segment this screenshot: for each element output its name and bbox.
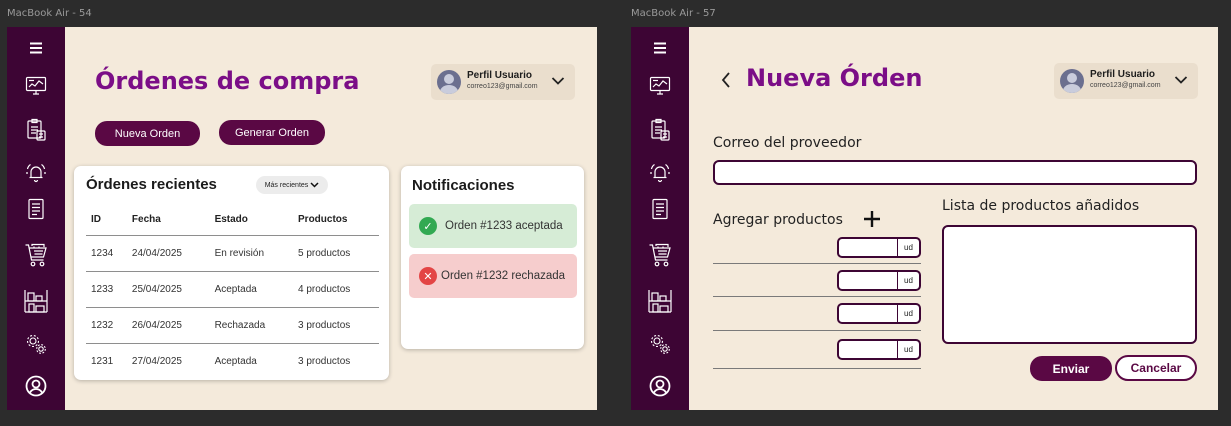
orders-screen: Órdenes de compra Perfil Usuario correo1… — [7, 27, 597, 410]
order-products: 3 productos — [293, 307, 379, 344]
page-title: Órdenes de compra — [95, 67, 360, 95]
cancel-button[interactable]: Cancelar — [1115, 355, 1197, 381]
orders-icon[interactable] — [631, 118, 689, 142]
order-id: 1233 — [86, 271, 127, 308]
order-id: 1232 — [86, 307, 127, 344]
table-row[interactable]: 1232 26/04/2025 Rechazada 3 productos — [86, 307, 379, 344]
added-products-label: Lista de productos añadidos — [942, 198, 1140, 214]
table-header-row: ID Fecha Estado Productos — [86, 204, 379, 236]
unit-label: ud — [897, 239, 919, 256]
order-status: Aceptada — [209, 271, 294, 308]
cart-icon[interactable] — [7, 243, 65, 269]
quantity-input[interactable]: ud — [837, 270, 921, 291]
product-row-divider — [713, 263, 921, 264]
order-date: 25/04/2025 — [126, 271, 210, 308]
order-status: Aceptada — [214, 355, 257, 367]
column-header: ID — [86, 204, 127, 236]
x-icon: ✕ — [419, 267, 437, 285]
alarm-icon[interactable] — [7, 162, 65, 184]
profile-email: correo123@gmail.com — [467, 83, 538, 90]
settings-icon[interactable] — [7, 332, 65, 356]
generate-order-button[interactable]: Generar Orden — [219, 120, 325, 145]
new-order-button[interactable]: Nueva Orden — [95, 121, 200, 146]
column-header: Productos — [293, 204, 379, 236]
profile-name: Perfil Usuario — [1090, 69, 1156, 80]
product-row-divider — [713, 368, 921, 369]
sort-label: Más recientes — [264, 181, 309, 189]
added-products-list[interactable] — [942, 225, 1197, 344]
order-products: 4 productos — [293, 271, 379, 308]
plus-icon[interactable] — [863, 210, 881, 228]
document-icon[interactable] — [7, 198, 65, 220]
order-status: En revisión — [209, 235, 294, 272]
sort-dropdown[interactable]: Más recientes — [256, 176, 328, 194]
user-icon[interactable] — [631, 375, 689, 397]
check-icon: ✓ — [419, 217, 437, 235]
profile-name: Perfil Usuario — [467, 70, 533, 81]
warehouse-icon[interactable] — [631, 288, 689, 314]
order-products: 5 productos — [293, 235, 379, 272]
send-button[interactable]: Enviar — [1030, 356, 1112, 381]
settings-icon[interactable] — [631, 332, 689, 356]
column-header: Estado — [209, 204, 294, 236]
product-row-divider — [713, 330, 921, 331]
frame-label: MacBook Air - 57 — [631, 8, 716, 19]
quantity-input[interactable]: ud — [837, 339, 921, 360]
chevron-down-icon — [1174, 76, 1188, 84]
dashboard-icon[interactable] — [631, 76, 689, 96]
notification-text: Orden #1232 rechazada — [441, 270, 566, 282]
menu-icon[interactable] — [631, 41, 689, 55]
profile-menu[interactable]: Perfil Usuario correo123@gmail.com — [1054, 63, 1198, 99]
document-icon[interactable] — [631, 198, 689, 220]
user-icon[interactable] — [7, 375, 65, 397]
notification-text: Orden #1233 aceptada — [445, 220, 563, 232]
unit-label: ud — [897, 305, 919, 322]
table-row[interactable]: 1231 27/04/2025 Aceptada 3 productos — [86, 343, 379, 379]
new-order-screen: Nueva Órden Perfil Usuario correo123@gma… — [631, 27, 1218, 410]
unit-label: ud — [897, 272, 919, 289]
quantity-input[interactable]: ud — [837, 303, 921, 324]
chevron-down-icon — [310, 182, 319, 188]
notifications-card: Notificaciones ✓ Orden #1233 aceptada ✕ … — [401, 166, 584, 349]
recent-orders-title: Órdenes recientes — [86, 176, 217, 193]
order-id: 1234 — [86, 235, 127, 272]
order-products: 3 productos — [298, 355, 351, 367]
quantity-input[interactable]: ud — [837, 237, 921, 258]
order-date: 27/04/2025 — [131, 355, 182, 367]
supplier-email-label: Correo del proveedor — [713, 135, 862, 151]
column-header: Fecha — [126, 204, 210, 236]
sidebar — [631, 27, 689, 410]
order-date: 24/04/2025 — [126, 235, 210, 272]
alarm-icon[interactable] — [631, 162, 689, 184]
table-row[interactable]: 1234 24/04/2025 En revisión 5 productos — [86, 235, 379, 272]
table-row[interactable]: 1233 25/04/2025 Aceptada 4 productos — [86, 271, 379, 308]
chevron-down-icon — [551, 77, 565, 85]
notification-item[interactable]: ✓ Orden #1233 aceptada — [409, 204, 577, 248]
recent-orders-card: Órdenes recientes Más recientes ID Fecha… — [74, 166, 389, 380]
order-status: Rechazada — [209, 307, 294, 344]
orders-table: ID Fecha Estado Productos 1234 24/04/202… — [86, 204, 379, 379]
notifications-title: Notificaciones — [412, 177, 515, 194]
page-title: Nueva Órden — [746, 64, 923, 92]
menu-icon[interactable] — [7, 41, 65, 55]
order-date: 26/04/2025 — [126, 307, 210, 344]
warehouse-icon[interactable] — [7, 288, 65, 314]
avatar — [437, 70, 461, 94]
back-arrow-icon[interactable] — [720, 71, 732, 89]
product-row-divider — [713, 296, 921, 297]
orders-icon[interactable] — [7, 118, 65, 142]
add-products-label: Agregar productos — [713, 212, 843, 228]
dashboard-icon[interactable] — [7, 76, 65, 96]
frame-label: MacBook Air - 54 — [7, 8, 92, 19]
order-id: 1231 — [91, 355, 114, 367]
avatar — [1060, 69, 1084, 93]
notification-item[interactable]: ✕ Orden #1232 rechazada — [409, 254, 577, 298]
sidebar — [7, 27, 65, 410]
unit-label: ud — [897, 341, 919, 358]
profile-menu[interactable]: Perfil Usuario correo123@gmail.com — [431, 64, 575, 100]
cart-icon[interactable] — [631, 243, 689, 269]
supplier-email-input[interactable] — [713, 160, 1197, 185]
profile-email: correo123@gmail.com — [1090, 82, 1161, 89]
